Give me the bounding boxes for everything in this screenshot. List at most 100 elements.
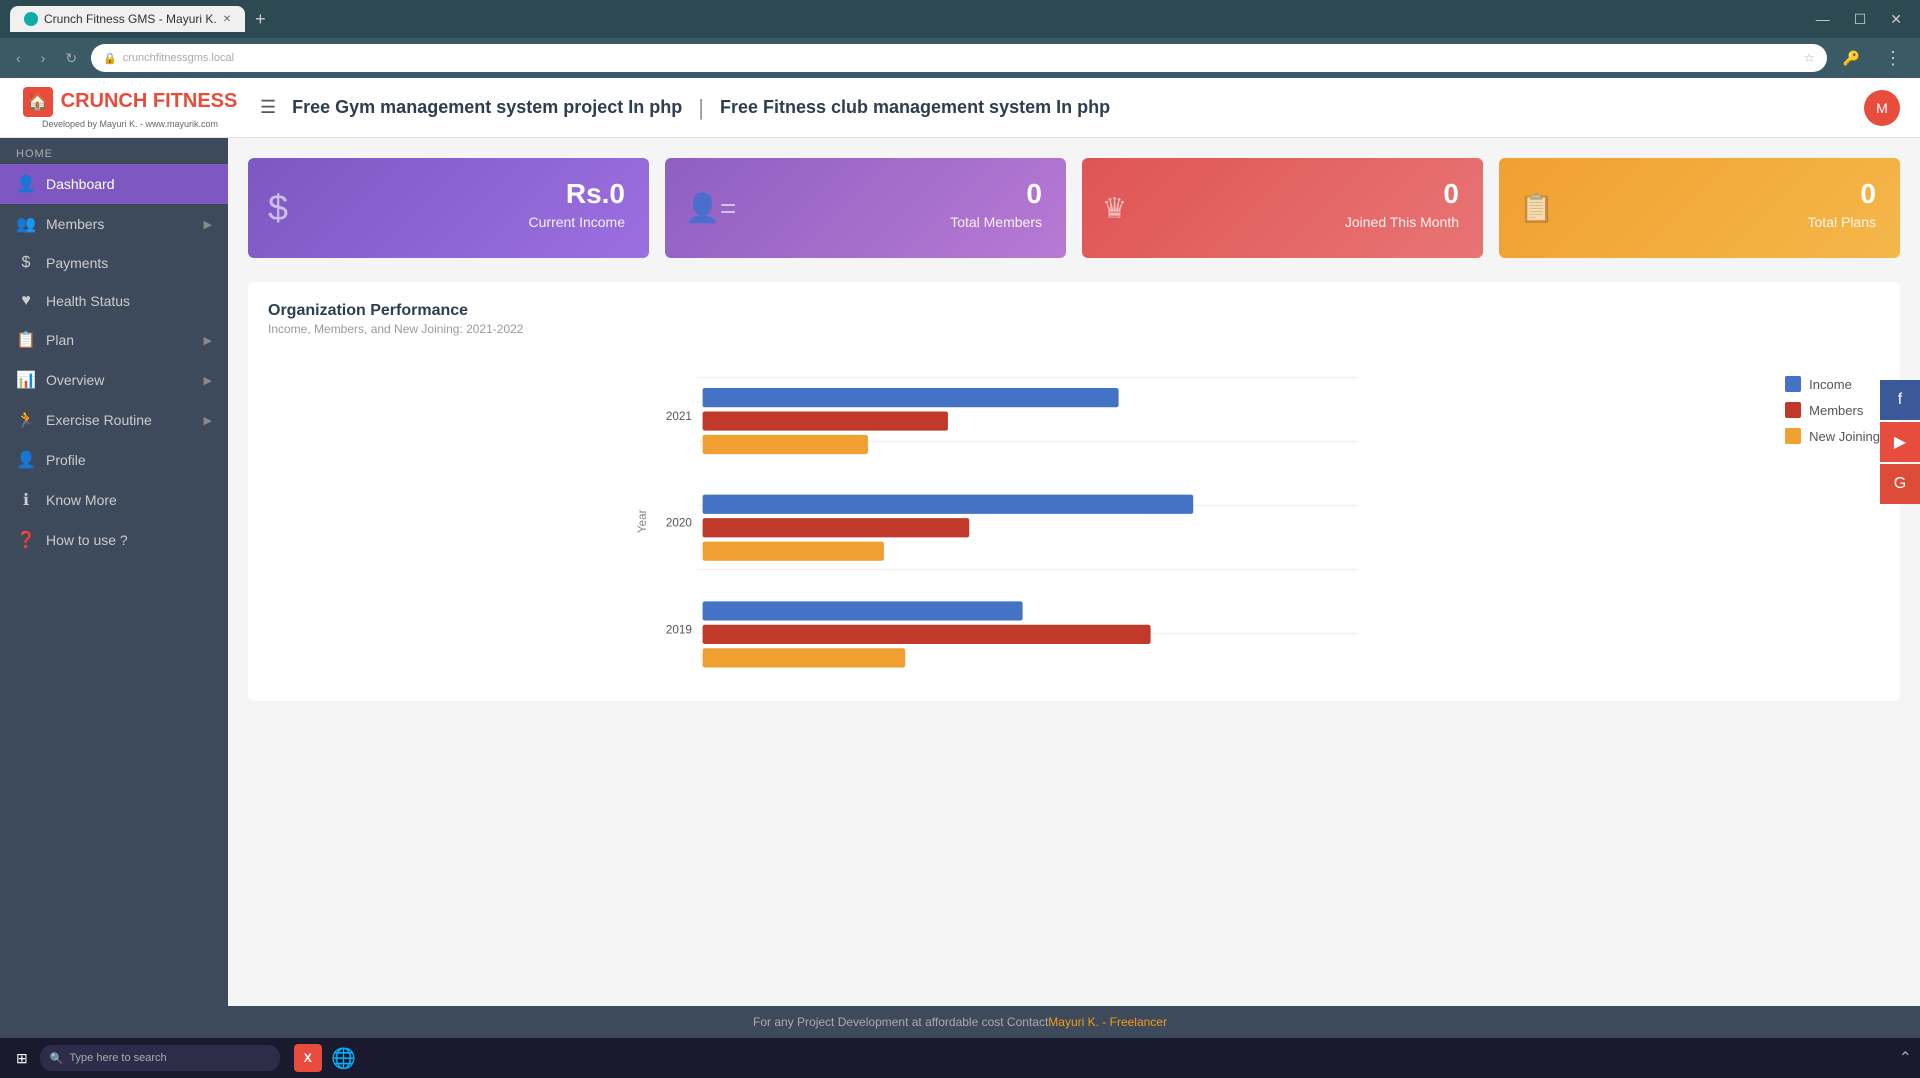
plans-icon: 📋: [1519, 192, 1554, 225]
plan-icon: 📋: [16, 330, 36, 350]
sidebar-label-how-to-use: How to use ?: [46, 532, 128, 548]
close-button[interactable]: ✕: [1882, 9, 1910, 30]
logo-crunch: CRUNCH: [61, 90, 148, 112]
members-label: Total Members: [950, 214, 1042, 230]
taskbar-tray: ⌃: [1899, 1048, 1912, 1068]
how-to-use-icon: ❓: [16, 530, 36, 550]
sidebar-item-how-to-use[interactable]: ❓ How to use ?: [0, 520, 228, 560]
hamburger-icon[interactable]: ☰: [260, 97, 276, 118]
browser-chrome: Crunch Fitness GMS - Mayuri K. ✕ + — ☐ ✕: [0, 0, 1920, 38]
active-tab[interactable]: Crunch Fitness GMS - Mayuri K. ✕: [10, 6, 245, 32]
joined-label: Joined This Month: [1345, 214, 1459, 230]
sidebar-label-plan: Plan: [46, 332, 74, 348]
sidebar-label-exercise: Exercise Routine: [46, 412, 152, 428]
sidebar-item-health-status[interactable]: ♥ Health Status: [0, 282, 228, 320]
search-placeholder: Type here to search: [69, 1052, 166, 1064]
logo-area: 🏠 CRUNCH FITNESS Developed by Mayuri K. …: [20, 87, 240, 129]
sidebar: HOME 👤 Dashboard 👥 Members ▶ $ Payments …: [0, 138, 228, 1006]
svg-text:2019: 2019: [666, 623, 692, 636]
profile-icon: 👤: [16, 450, 36, 470]
footer-link[interactable]: Mayuri K. - Freelancer: [1048, 1015, 1167, 1029]
svg-text:2020: 2020: [666, 517, 693, 530]
header-titles: ☰ Free Gym management system project In …: [260, 95, 1844, 121]
members-value: 0: [1026, 178, 1042, 210]
key-icon: 🔑: [1835, 48, 1868, 69]
youtube-button[interactable]: ▶: [1880, 422, 1920, 462]
taskbar: ⊞ 🔍 Type here to search X 🌐 ⌃: [0, 1038, 1920, 1078]
chart-legend: Income Members New Joining: [1785, 356, 1880, 444]
taskbar-chrome-icon[interactable]: 🌐: [328, 1042, 360, 1074]
back-button[interactable]: ‹: [10, 48, 27, 68]
new-joining-legend-color: [1785, 428, 1801, 444]
payments-icon: $: [16, 254, 36, 272]
stat-card-total-members: 👤= 0 Total Members: [665, 158, 1066, 258]
exercise-icon: 🏃: [16, 410, 36, 430]
start-icon: ⊞: [16, 1050, 28, 1067]
know-more-icon: ℹ: [16, 490, 36, 510]
svg-text:Year: Year: [636, 509, 649, 533]
sidebar-item-know-more[interactable]: ℹ Know More: [0, 480, 228, 520]
legend-new-joining: New Joining: [1785, 428, 1880, 444]
close-tab-button[interactable]: ✕: [223, 14, 231, 25]
logo-icon: 🏠: [23, 87, 53, 117]
stat-card-current-income: $ Rs.0 Current Income: [248, 158, 649, 258]
income-legend-color: [1785, 376, 1801, 392]
new-joining-legend-label: New Joining: [1809, 429, 1880, 444]
header-title-main: Free Gym management system project In ph…: [292, 97, 682, 118]
stat-cards-row: $ Rs.0 Current Income 👤= 0 Total Members…: [248, 158, 1900, 258]
sidebar-item-members[interactable]: 👥 Members ▶: [0, 204, 228, 244]
tab-title: Crunch Fitness GMS - Mayuri K.: [44, 12, 217, 26]
xampp-logo: X: [294, 1044, 322, 1072]
url-bar[interactable]: 🔒 crunchfitnessgms.local ☆: [91, 44, 1826, 72]
minimize-button[interactable]: —: [1808, 9, 1838, 29]
chrome-logo: 🌐: [331, 1046, 356, 1071]
dashboard-icon: 👤: [16, 174, 36, 194]
sidebar-item-payments[interactable]: $ Payments: [0, 244, 228, 282]
reload-button[interactable]: ↻: [59, 48, 83, 69]
sidebar-item-plan[interactable]: 📋 Plan ▶: [0, 320, 228, 360]
chart-container: Year 2021: [268, 356, 1880, 681]
forward-button[interactable]: ›: [35, 48, 52, 68]
browser-menu-button[interactable]: ⋮: [1876, 46, 1910, 71]
joined-icon: ♛: [1102, 192, 1127, 225]
legend-members: Members: [1785, 402, 1880, 418]
plans-label: Total Plans: [1808, 214, 1876, 230]
sidebar-item-exercise-routine[interactable]: 🏃 Exercise Routine ▶: [0, 400, 228, 440]
sidebar-home-label: HOME: [0, 138, 228, 164]
facebook-button[interactable]: f: [1880, 380, 1920, 420]
tab-favicon: [24, 12, 38, 26]
sidebar-item-overview[interactable]: 📊 Overview ▶: [0, 360, 228, 400]
members-icon: 👥: [16, 214, 36, 234]
income-label: Current Income: [529, 214, 625, 230]
sidebar-label-health: Health Status: [46, 293, 130, 309]
taskbar-search-bar[interactable]: 🔍 Type here to search: [40, 1045, 280, 1071]
tray-chevron[interactable]: ⌃: [1899, 1048, 1912, 1068]
url-text: crunchfitnessgms.local: [123, 52, 234, 64]
app-header: 🏠 CRUNCH FITNESS Developed by Mayuri K. …: [0, 78, 1920, 138]
sidebar-item-dashboard[interactable]: 👤 Dashboard: [0, 164, 228, 204]
google-plus-button[interactable]: G: [1880, 464, 1920, 504]
header-divider: |: [698, 95, 704, 121]
bar-chart-svg: Year 2021: [268, 356, 1745, 676]
new-tab-button[interactable]: +: [249, 7, 272, 32]
sidebar-label-members: Members: [46, 216, 104, 232]
tab-bar: Crunch Fitness GMS - Mayuri K. ✕ +: [10, 6, 272, 32]
chart-title: Organization Performance: [268, 302, 1880, 320]
members-card-icon: 👤=: [685, 192, 736, 225]
sidebar-label-profile: Profile: [46, 452, 86, 468]
legend-income: Income: [1785, 376, 1880, 392]
sidebar-item-profile[interactable]: 👤 Profile: [0, 440, 228, 480]
income-legend-label: Income: [1809, 377, 1852, 392]
lock-icon: 🔒: [103, 52, 117, 65]
health-icon: ♥: [16, 292, 36, 310]
bookmark-star-icon[interactable]: ☆: [1804, 51, 1815, 65]
svg-text:2021: 2021: [666, 410, 692, 423]
logo-top: 🏠 CRUNCH FITNESS: [23, 87, 238, 117]
maximize-button[interactable]: ☐: [1846, 9, 1875, 30]
taskbar-xampp-icon[interactable]: X: [292, 1042, 324, 1074]
window-controls: — ☐ ✕: [1808, 9, 1910, 30]
start-button[interactable]: ⊞: [8, 1046, 36, 1071]
main-content: $ Rs.0 Current Income 👤= 0 Total Members…: [228, 138, 1920, 1006]
address-bar: ‹ › ↻ 🔒 crunchfitnessgms.local ☆ 🔑 ⋮: [0, 38, 1920, 78]
avatar[interactable]: M: [1864, 90, 1900, 126]
